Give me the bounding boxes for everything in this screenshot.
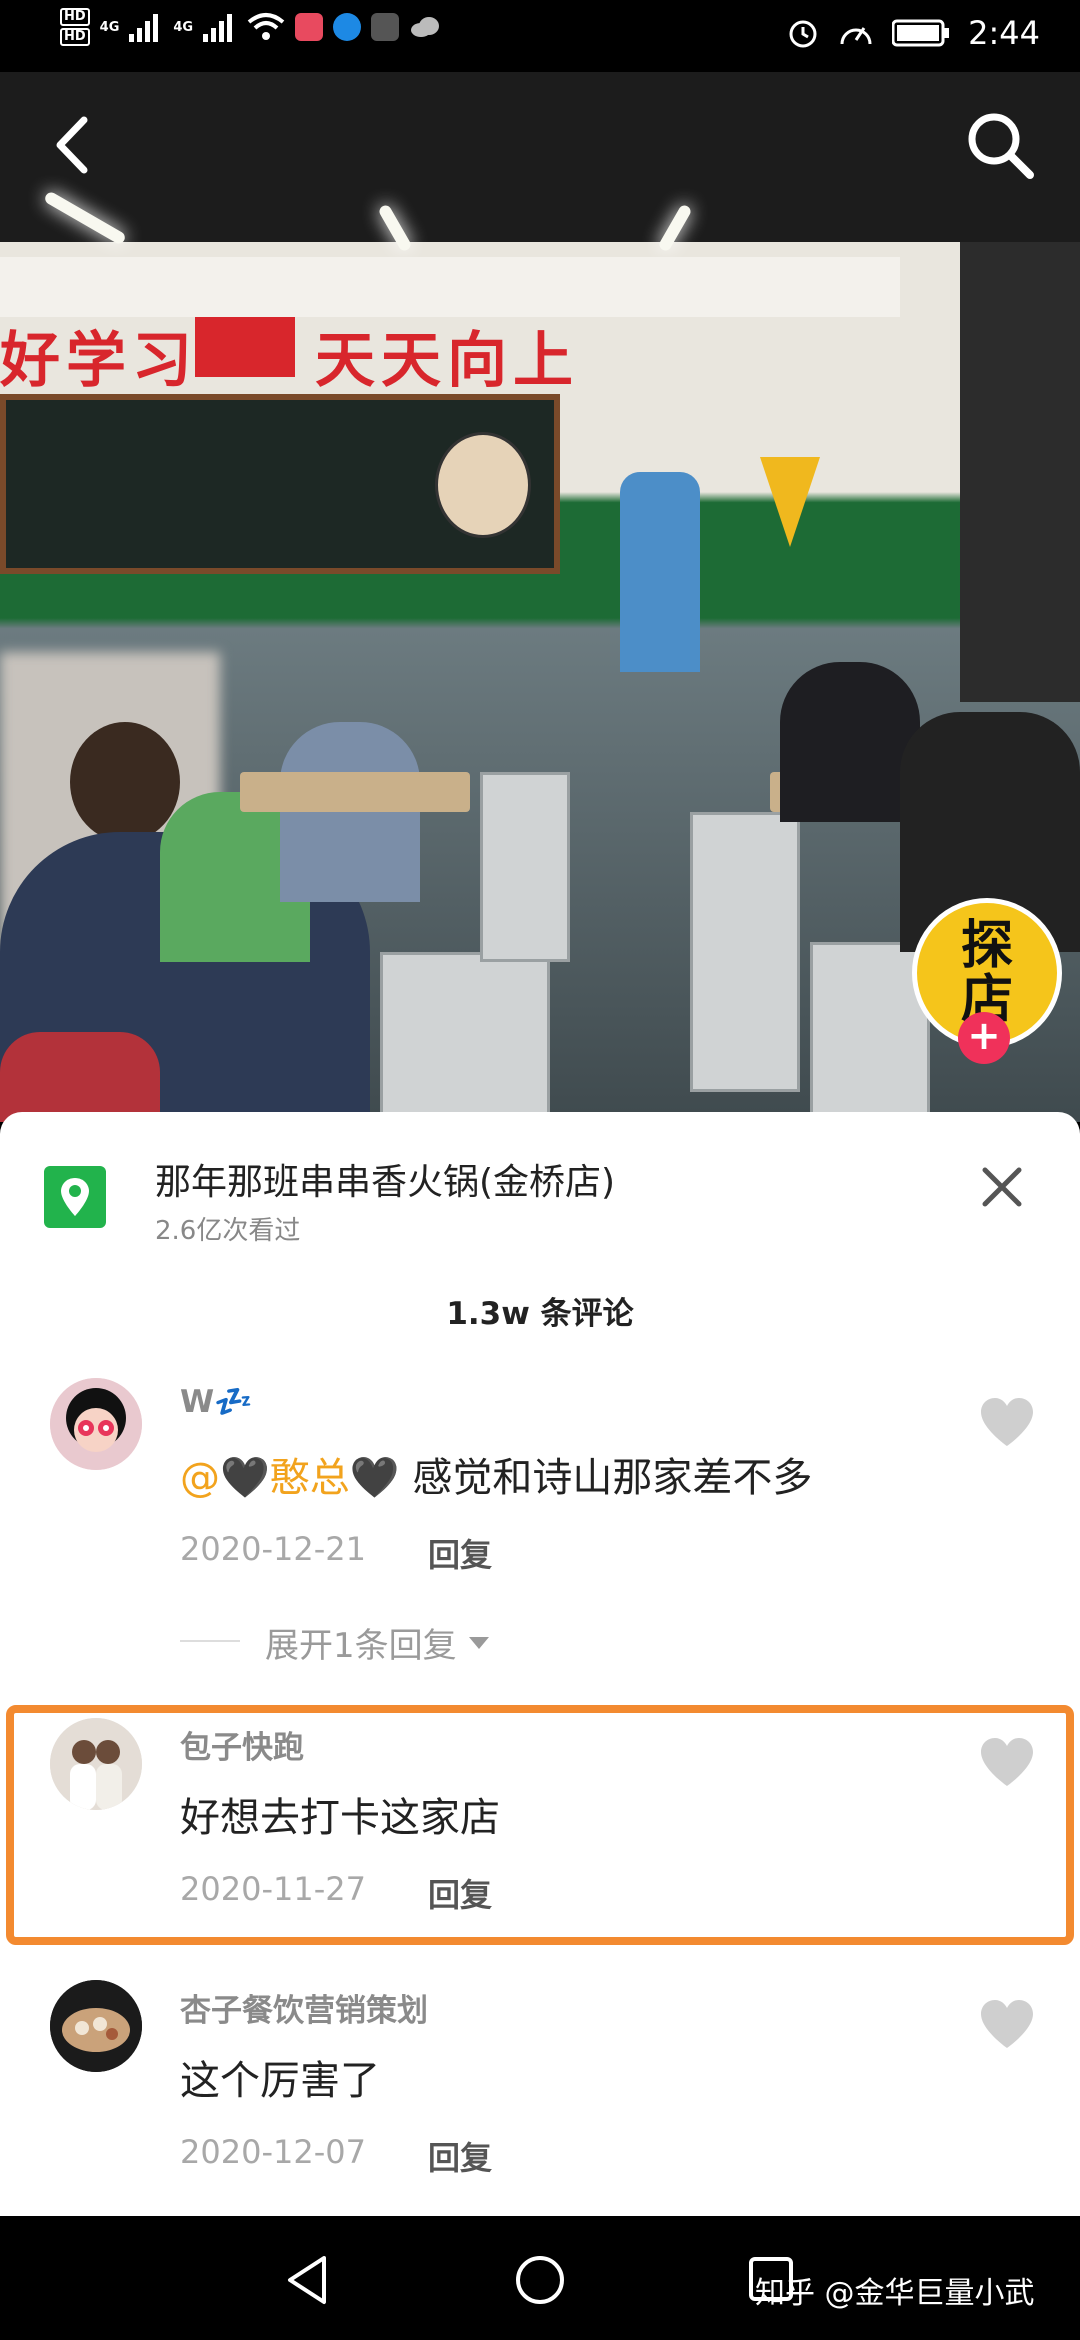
study-app-icon: [371, 13, 400, 41]
app-notification-icon: [295, 13, 324, 41]
expand-replies-button[interactable]: 展开1条回复: [265, 1618, 491, 1667]
serving-cart: [380, 952, 550, 1122]
comments-count-title: 1.3w 条评论: [446, 1296, 634, 1332]
back-arrow-icon[interactable]: [40, 110, 110, 180]
status-bar: HD HD 4G 4G 2:44: [0, 0, 1080, 72]
comment-date: 2020-12-07: [180, 2133, 366, 2171]
serving-cart: [480, 772, 570, 962]
search-icon[interactable]: [960, 105, 1040, 185]
add-badge-button[interactable]: +: [958, 1012, 1010, 1064]
highlight-box: [6, 1705, 1074, 1945]
nav-back-icon[interactable]: [284, 2254, 332, 2306]
like-heart-icon[interactable]: [978, 1998, 1036, 2050]
signal-label-1: 4G: [99, 19, 120, 35]
diner-dark: [780, 662, 920, 822]
avatar[interactable]: [50, 1378, 142, 1470]
wifi-icon: [247, 13, 285, 40]
browser-notification-icon: [333, 13, 362, 41]
comment-author[interactable]: 包子快跑: [180, 1722, 304, 1767]
alarm-icon: [789, 20, 817, 48]
diner-blue: [280, 722, 420, 902]
red-flag: [195, 317, 295, 377]
location-views: 2.6亿次看过: [155, 1216, 301, 1246]
expand-replies-label: 展开1条回复: [265, 1626, 457, 1666]
cloud-icon: [411, 17, 440, 37]
signal-label-2: 4G: [173, 19, 194, 35]
comment-text: 这个厉害了: [180, 2058, 380, 2104]
status-right: 2:44: [786, 14, 1040, 52]
banner-text-left: 好学习: [0, 326, 198, 396]
signal-icon: [129, 14, 159, 42]
chalk-drawing-face: [435, 432, 531, 538]
ceiling: [0, 72, 1080, 242]
reply-button[interactable]: 回复: [428, 2133, 492, 2179]
serving-cart: [690, 812, 800, 1092]
signal-icon: [203, 14, 233, 42]
comment-sheet: [0, 1112, 1080, 2216]
avatar[interactable]: [50, 1718, 142, 1810]
expand-divider: [180, 1640, 240, 1642]
diner-head: [70, 722, 180, 842]
reply-button[interactable]: 回复: [428, 1530, 492, 1576]
status-left: HD HD 4G 4G: [60, 8, 441, 46]
wall-figure: [620, 472, 700, 672]
clock-time: 2:44: [968, 14, 1040, 52]
avatar[interactable]: [50, 1980, 142, 2072]
comment-text: @🖤憨总🖤 感觉和诗山那家差不多: [180, 1445, 812, 1503]
comment-author[interactable]: W💤: [180, 1383, 253, 1420]
reply-button[interactable]: 回复: [428, 1870, 492, 1916]
like-heart-icon[interactable]: [978, 1736, 1036, 1788]
location-name[interactable]: 那年那班串串香火锅(金桥店): [155, 1153, 615, 1205]
comment-author[interactable]: 杏子餐饮营销策划: [180, 1985, 428, 2030]
hd-badge-2: HD: [60, 28, 90, 46]
hd-badge-1: HD: [60, 8, 90, 26]
battery-icon: [892, 19, 950, 47]
comment-date: 2020-12-21: [180, 1530, 366, 1568]
wall-banner: [0, 257, 900, 317]
watermark-text: 知乎 @金华巨量小武: [755, 2276, 1035, 2311]
comment-text: 好想去打卡这家店: [180, 1795, 500, 1841]
location-pin-icon: [44, 1166, 106, 1228]
diner-red: [0, 1032, 160, 1122]
dining-table: [240, 772, 470, 812]
comment-date: 2020-11-27: [180, 1870, 366, 1908]
window: [960, 242, 1080, 702]
banner-text-right: 天天向上: [315, 326, 579, 396]
comment-body: 感觉和诗山那家差不多: [399, 1455, 813, 1501]
close-icon[interactable]: [975, 1160, 1029, 1214]
comment-mention[interactable]: @🖤憨总🖤: [180, 1455, 400, 1501]
like-heart-icon[interactable]: [978, 1396, 1036, 1448]
caret-down-icon: [468, 1636, 489, 1649]
explore-store-label: 探店: [960, 916, 1013, 1030]
nav-home-icon[interactable]: [514, 2254, 566, 2306]
speed-icon: [840, 27, 872, 45]
pennant: [760, 457, 820, 547]
